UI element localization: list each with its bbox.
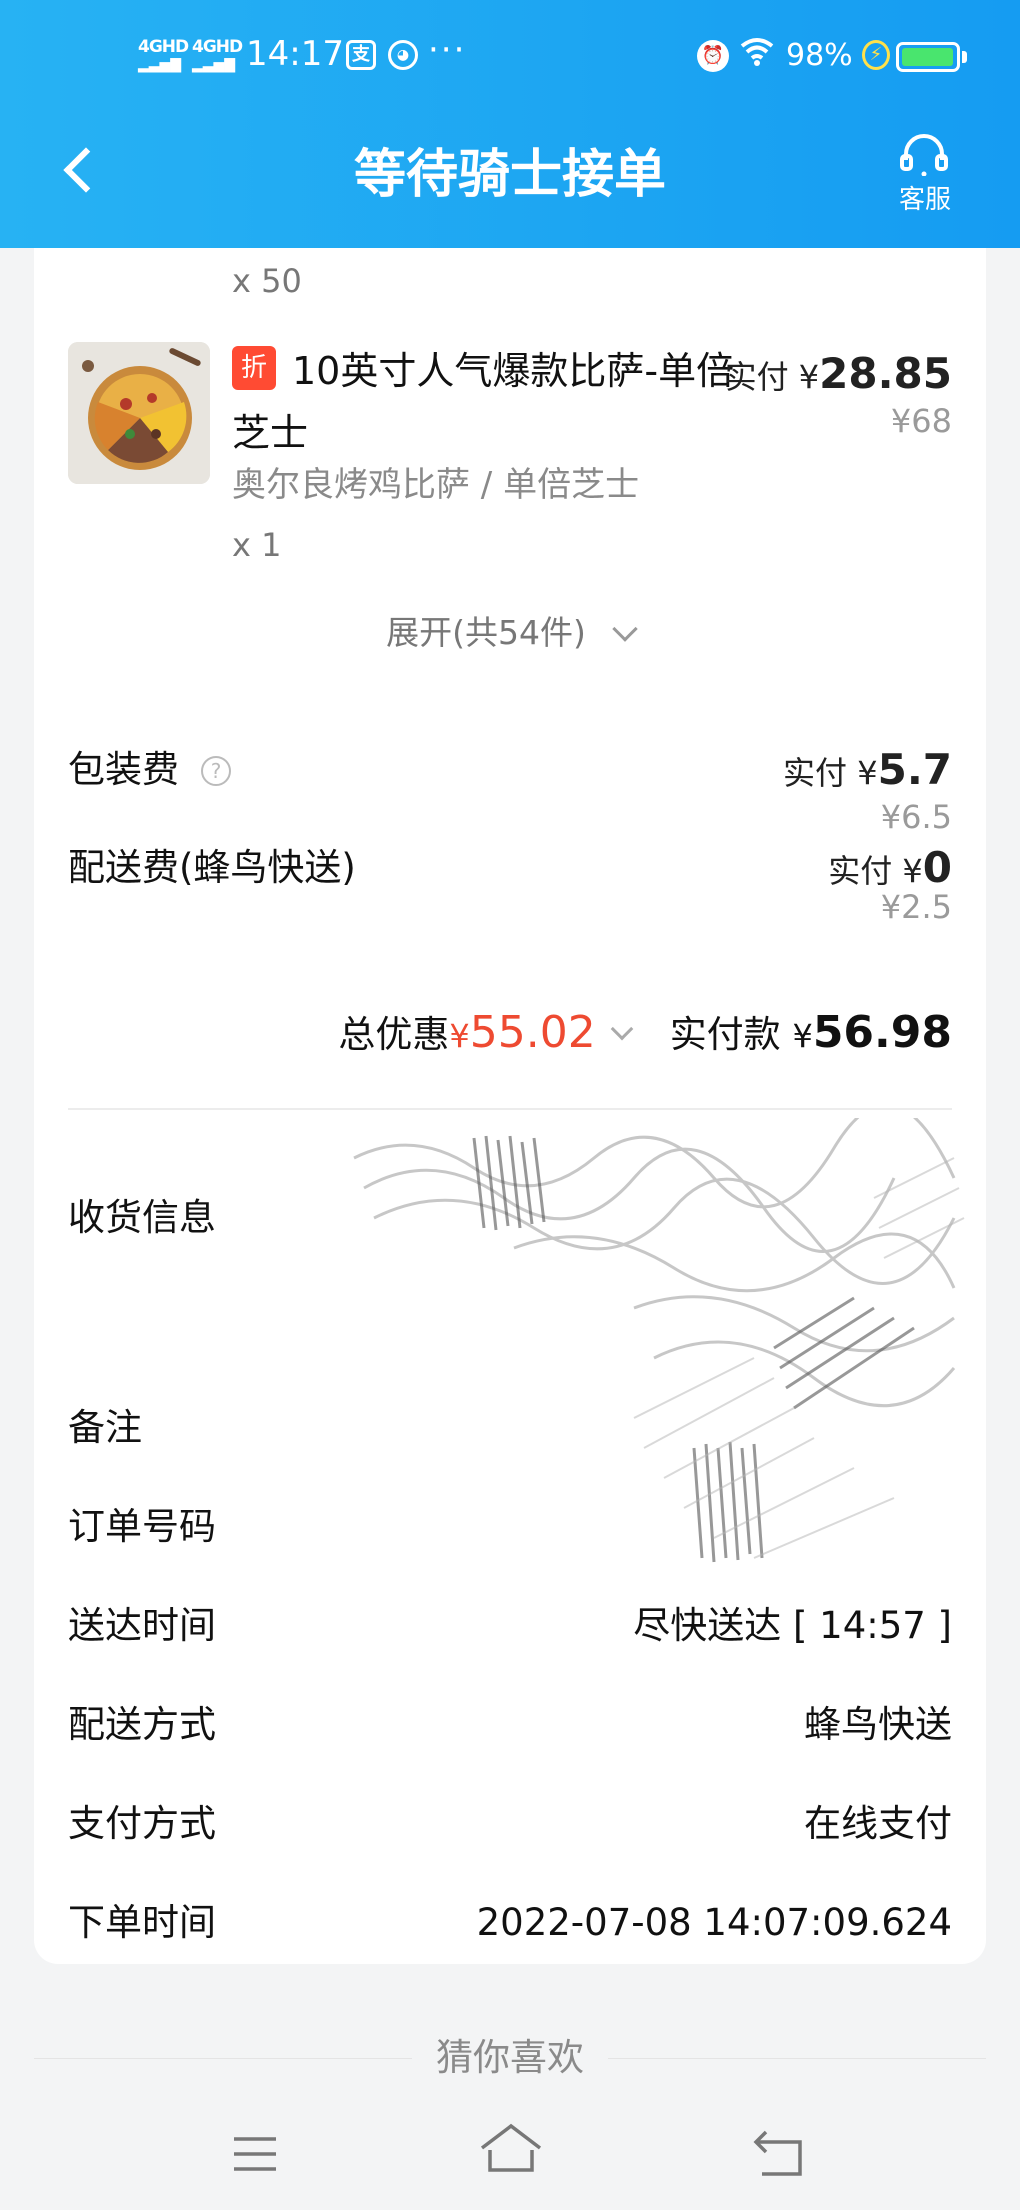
delivery-method-value: 蜂鸟快送 [804,1703,952,1746]
total-discount-label: 总优惠 [338,1013,450,1056]
delivery-time-value: 尽快送达 [ 14:57 ] [633,1604,952,1647]
delivery-fee-original: ¥2.5 [880,888,952,926]
total-discount-button[interactable]: ¥55.02 [449,1007,595,1058]
customer-service-button[interactable]: 客服 [890,130,960,220]
divider [68,1108,952,1110]
total-discount-value: 55.02 [469,1007,596,1058]
total-discount-currency: ¥ [449,1017,470,1055]
packaging-paid-value: 5.7 [877,745,952,794]
order-number-label: 订单号码 [68,1505,216,1548]
delivery-time-label: 送达时间 [68,1604,216,1647]
status-bar: 4GHD ▂▃▅▇ 4GHD ▂▃▅▇ 14:17 支 ◕ ··· ⏰ 98% … [0,0,1020,116]
alipay-icon: 支 [346,40,376,70]
order-time-value: 2022-07-08 14:07:09.624 [476,1901,952,1944]
redacted-scribble [353,1118,965,1563]
order-detail-card: x 50 10英寸人气爆款比萨-单倍芝士 折 实付 ¥28.85 ¥68 奥尔良… [34,248,986,1964]
more-notifications-icon: ··· [428,30,467,70]
customer-service-label: 客服 [898,185,951,215]
battery-icon [896,42,960,72]
help-icon[interactable]: ? [201,756,231,786]
signal-icon-1: 4GHD ▂▃▅▇ [138,37,189,73]
total-paid-amount: ¥56.98 [792,1007,952,1058]
total-paid-value: 56.98 [812,1007,952,1058]
product-qty: x 1 [232,526,282,564]
signal-1-label: 4GHD [138,37,189,57]
pizza-image [68,342,210,484]
expand-label: 展开(共54件) [386,613,586,652]
back-nav-icon[interactable] [750,2130,804,2176]
system-nav-bar [0,2096,1020,2210]
home-icon[interactable] [478,2122,544,2174]
battery-tip [962,51,967,63]
recommend-title-text: 猜你喜欢 [412,2036,608,2079]
app-notification-icon: ◕ [388,40,418,70]
charging-icon: ⚡ [862,40,890,70]
signal-2-label: 4GHD [192,37,243,57]
remark-label: 备注 [68,1406,142,1449]
product-spec: 奥尔良烤鸡比萨 / 单倍芝士 [232,465,640,505]
packaging-fee-label: 包装费 [68,748,179,791]
signal-icon-2: 4GHD ▂▃▅▇ [192,37,243,73]
status-time: 14:17 [246,34,344,74]
packaging-fee-row: 包装费? [68,740,231,800]
payment-method-value: 在线支付 [804,1802,952,1845]
alarm-icon: ⏰ [697,40,729,72]
menu-icon[interactable] [232,2136,278,2172]
battery-percent: 98% [786,38,853,73]
wifi-icon [740,36,774,75]
packaging-paid-label: 实付 ¥ [783,754,878,792]
top-header: 4GHD ▂▃▅▇ 4GHD ▂▃▅▇ 14:17 支 ◕ ··· ⏰ 98% … [0,0,1020,248]
total-paid-currency: ¥ [792,1017,813,1055]
headset-icon [900,134,948,176]
page-title: 等待骑士接单 [353,145,666,205]
item-original-price: ¥68 [890,402,952,440]
discount-chevron-icon[interactable] [610,1017,634,1041]
item-paid-label: 实付 ¥ [724,358,820,396]
discount-badge: 折 [232,346,276,390]
delivery-method-label: 配送方式 [68,1703,216,1746]
recommend-title: 猜你喜欢 [0,2030,1020,2086]
previous-item-qty: x 50 [232,262,302,300]
order-time-label: 下单时间 [68,1901,216,1944]
chevron-down-icon [612,616,638,642]
address-label: 收货信息 [68,1196,216,1239]
item-paid-value: 28.85 [819,349,952,398]
payment-method-label: 支付方式 [68,1802,216,1845]
delivery-fee-label: 配送费(蜂鸟快送) [68,846,356,889]
totals-row: 总优惠¥55.02 实付款 ¥56.98 [338,998,952,1071]
expand-items-button[interactable]: 展开(共54件) [34,608,986,658]
product-name[interactable]: 10英寸人气爆款比萨-单倍芝士 [232,340,752,464]
packaging-fee-original: ¥6.5 [880,798,952,836]
total-paid-label: 实付款 [669,1013,781,1056]
